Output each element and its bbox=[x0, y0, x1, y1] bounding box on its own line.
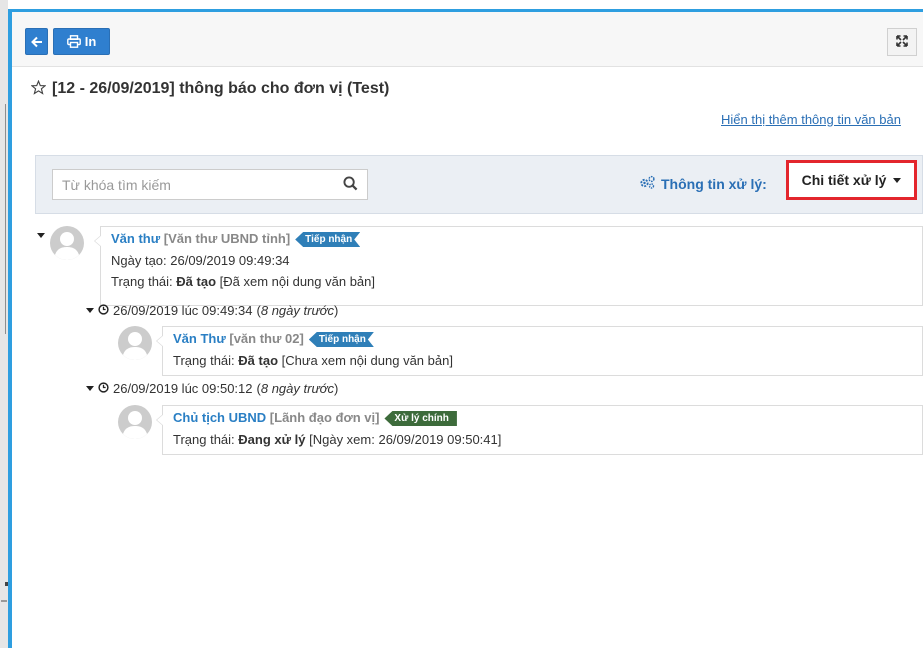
status-note: [Ngày xem: 26/09/2019 09:50:41] bbox=[305, 432, 502, 447]
search-icon[interactable] bbox=[343, 176, 358, 194]
status-prefix: Trạng thái: bbox=[173, 432, 239, 447]
print-button[interactable]: In bbox=[53, 28, 110, 55]
collapse-toggle-icon[interactable] bbox=[86, 386, 94, 391]
status-note: [Đã xem nội dung văn bản] bbox=[216, 274, 376, 289]
clock-icon bbox=[98, 381, 109, 396]
expand-icon bbox=[896, 34, 908, 50]
avatar bbox=[50, 226, 84, 260]
document-detail-panel: In [12 - 26/09/2019] thông báo cho đơn v… bbox=[12, 12, 923, 648]
processing-info-label: Thông tin xử lý: bbox=[639, 175, 767, 192]
user-name-link[interactable]: Văn thư bbox=[111, 231, 160, 246]
back-button[interactable] bbox=[25, 28, 48, 55]
print-button-label: In bbox=[84, 34, 97, 49]
show-more-info-link[interactable]: Hiển thị thêm thông tin văn bản bbox=[721, 112, 901, 127]
user-role: [Văn thư UBND tỉnh] bbox=[163, 231, 291, 246]
timeline-group-header: 26/09/2019 lúc 09:50:12 (8 ngày trước) bbox=[86, 381, 338, 396]
relative-time: 8 ngày trước bbox=[260, 303, 335, 318]
cogs-icon bbox=[639, 175, 656, 192]
search-box bbox=[52, 169, 368, 200]
printer-icon bbox=[66, 35, 81, 48]
arrow-left-icon bbox=[30, 36, 43, 48]
dropdown-selected-label: Chi tiết xử lý bbox=[801, 172, 887, 188]
processing-info-text: Thông tin xử lý: bbox=[661, 175, 767, 192]
status-prefix: Trạng thái: bbox=[111, 274, 177, 289]
entry-card: Chủ tịch UBND [Lãnh đạo đơn vị] Xử lý chí… bbox=[156, 405, 923, 455]
document-title-row: [12 - 26/09/2019] thông báo cho đơn vị (… bbox=[30, 78, 390, 100]
caret-down-icon bbox=[893, 177, 902, 183]
user-name-link[interactable]: Chủ tịch UBND bbox=[173, 410, 266, 425]
avatar bbox=[118, 326, 152, 360]
group-time: 26/09/2019 lúc 09:50:12 bbox=[113, 381, 253, 396]
expand-button[interactable] bbox=[887, 28, 917, 56]
root-entry-card: Văn thư [Văn thư UBND tỉnh] Tiếp nhận Ngà… bbox=[94, 226, 923, 306]
status-prefix: Trạng thái: bbox=[173, 353, 239, 368]
status-value: Đã tạo bbox=[238, 353, 279, 368]
status-badge: Tiếp nhận bbox=[309, 332, 374, 347]
timeline-group-header: 26/09/2019 lúc 09:49:34 (8 ngày trước) bbox=[86, 303, 338, 318]
toolbar: In bbox=[12, 12, 923, 67]
status-value: Đang xử lý bbox=[238, 432, 306, 447]
avatar bbox=[118, 405, 152, 439]
background-window-strip bbox=[0, 0, 8, 648]
user-name-link[interactable]: Văn Thư bbox=[173, 331, 226, 346]
group-time: 26/09/2019 lúc 09:49:34 bbox=[113, 303, 253, 318]
star-icon[interactable] bbox=[30, 79, 47, 98]
entry-card: Văn Thư [văn thư 02] Tiếp nhận Trạng thái… bbox=[156, 326, 923, 376]
status-badge: Xử lý chính bbox=[384, 411, 457, 426]
collapse-toggle-icon[interactable] bbox=[86, 308, 94, 313]
created-date: Ngày tạo: 26/09/2019 09:49:34 bbox=[111, 253, 290, 268]
processing-detail-dropdown[interactable]: Chi tiết xử lý bbox=[786, 160, 917, 200]
clock-icon bbox=[98, 303, 109, 318]
search-input[interactable] bbox=[53, 170, 341, 199]
status-value: Đã tạo bbox=[176, 274, 217, 289]
collapse-toggle-icon[interactable] bbox=[37, 233, 45, 238]
relative-time: 8 ngày trước bbox=[260, 381, 335, 396]
status-note: [Chưa xem nội dung văn bản] bbox=[278, 353, 453, 368]
filter-bar: Thông tin xử lý: Chi tiết xử lý bbox=[35, 155, 923, 214]
user-role: [văn thư 02] bbox=[229, 331, 304, 346]
status-badge: Tiếp nhận bbox=[295, 232, 360, 247]
document-title: [12 - 26/09/2019] thông báo cho đơn vị (… bbox=[52, 80, 390, 97]
user-role: [Lãnh đạo đơn vị] bbox=[269, 410, 380, 425]
